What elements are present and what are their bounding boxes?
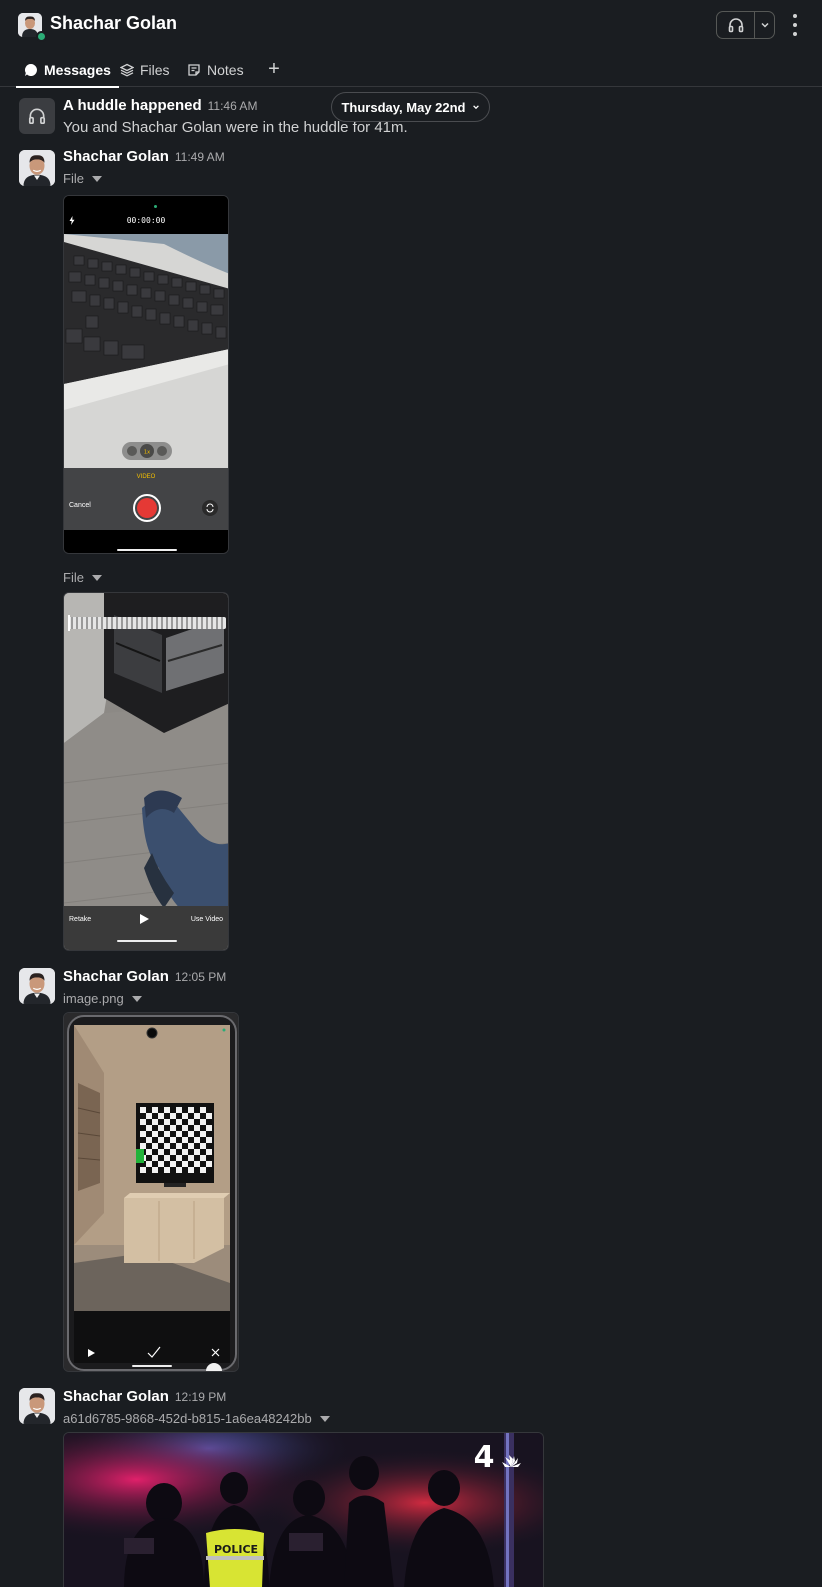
file-name: a61d6785-9868-452d-b815-1a6ea48242bb bbox=[63, 1411, 312, 1426]
tab-notes[interactable]: Notes bbox=[187, 52, 244, 87]
home-indicator bbox=[117, 940, 177, 942]
caret-down-icon[interactable] bbox=[131, 995, 142, 1002]
svg-text:1x: 1x bbox=[144, 450, 150, 456]
video-controls: Retake Use Video bbox=[64, 906, 228, 950]
channel-logo-number: 4 bbox=[474, 1440, 495, 1475]
caret-down-icon[interactable] bbox=[319, 1415, 330, 1422]
file-label[interactable]: image.png bbox=[63, 991, 142, 1006]
file-label[interactable]: File bbox=[63, 171, 102, 186]
huddle-title: A huddle happened 11:46 AM bbox=[63, 97, 257, 114]
play-icon[interactable] bbox=[140, 914, 149, 924]
sender-name: A huddle happened bbox=[63, 97, 202, 114]
date-divider[interactable]: Thursday, May 22nd bbox=[331, 92, 490, 122]
tab-label: Notes bbox=[207, 61, 244, 78]
recording-timer: 00:00:00 bbox=[126, 216, 166, 225]
use-video-button[interactable]: Use Video bbox=[191, 916, 223, 923]
caret-down-icon[interactable] bbox=[91, 574, 102, 581]
channel-title[interactable]: Shachar Golan bbox=[50, 13, 177, 34]
file-preview-video-news[interactable]: POLICE 4 bbox=[63, 1432, 544, 1587]
tab-messages[interactable]: Messages bbox=[16, 52, 119, 88]
chevron-down-icon[interactable] bbox=[755, 12, 774, 38]
layers-icon bbox=[120, 63, 134, 77]
canvas-note-icon bbox=[187, 63, 201, 77]
timestamp[interactable]: 11:49 AM bbox=[175, 150, 225, 164]
tab-label: Messages bbox=[44, 61, 111, 78]
flip-camera-icon[interactable] bbox=[202, 500, 218, 516]
kebab-icon[interactable] bbox=[790, 14, 800, 36]
camera-mode: VIDEO bbox=[136, 474, 156, 480]
message-bubble-icon bbox=[24, 63, 38, 77]
avatar[interactable] bbox=[19, 1388, 55, 1424]
caret-down-icon[interactable] bbox=[91, 175, 102, 182]
huddle-button[interactable] bbox=[716, 11, 775, 39]
home-indicator-area bbox=[64, 530, 228, 553]
presence-indicator bbox=[36, 31, 47, 42]
sender-name[interactable]: Shachar Golan bbox=[63, 1388, 169, 1405]
record-button[interactable] bbox=[133, 494, 161, 522]
cancel-button[interactable]: Cancel bbox=[69, 502, 91, 509]
sender-name[interactable]: Shachar Golan bbox=[63, 148, 169, 165]
timestamp[interactable]: 11:46 AM bbox=[208, 99, 258, 113]
vest-text: POLICE bbox=[214, 1543, 258, 1556]
retake-button[interactable]: Retake bbox=[69, 916, 91, 923]
timestamp[interactable]: 12:05 PM bbox=[175, 970, 226, 984]
add-tab-button[interactable]: + bbox=[264, 58, 284, 80]
video-scrubber[interactable] bbox=[68, 617, 226, 629]
tab-files[interactable]: Files bbox=[120, 52, 170, 87]
file-label[interactable]: File bbox=[63, 570, 102, 585]
timestamp[interactable]: 12:19 PM bbox=[175, 1390, 226, 1404]
file-name: File bbox=[63, 570, 84, 585]
file-label[interactable]: a61d6785-9868-452d-b815-1a6ea48242bb bbox=[63, 1411, 330, 1426]
file-preview-camera[interactable]: 00:00:00 1x VIDEO Cancel bbox=[63, 195, 229, 554]
avatar[interactable] bbox=[19, 150, 55, 186]
tab-bar: Messages Files Notes + bbox=[0, 52, 822, 88]
tab-label: Files bbox=[140, 61, 170, 78]
camera-controls: VIDEO Cancel bbox=[64, 468, 228, 530]
scrubber-handle[interactable] bbox=[68, 615, 70, 631]
file-preview-image[interactable] bbox=[63, 1012, 239, 1372]
message-header: Shachar Golan 12:05 PM bbox=[63, 968, 226, 985]
message-header: Shachar Golan 12:19 PM bbox=[63, 1388, 226, 1405]
home-indicator bbox=[117, 549, 177, 551]
file-name: File bbox=[63, 171, 84, 186]
channel-header: Shachar Golan bbox=[0, 0, 822, 50]
headphones-icon[interactable] bbox=[717, 12, 755, 38]
camera-top-bar: 00:00:00 bbox=[64, 196, 228, 234]
sender-name[interactable]: Shachar Golan bbox=[63, 968, 169, 985]
avatar[interactable] bbox=[19, 968, 55, 1004]
file-preview-video[interactable]: Retake Use Video bbox=[63, 592, 229, 951]
chevron-down-icon bbox=[472, 105, 479, 110]
message-header: Shachar Golan 11:49 AM bbox=[63, 148, 225, 165]
date-label: Thursday, May 22nd bbox=[341, 99, 466, 115]
header-avatar[interactable] bbox=[18, 13, 47, 42]
file-name: image.png bbox=[63, 991, 124, 1006]
huddle-icon bbox=[19, 98, 55, 134]
